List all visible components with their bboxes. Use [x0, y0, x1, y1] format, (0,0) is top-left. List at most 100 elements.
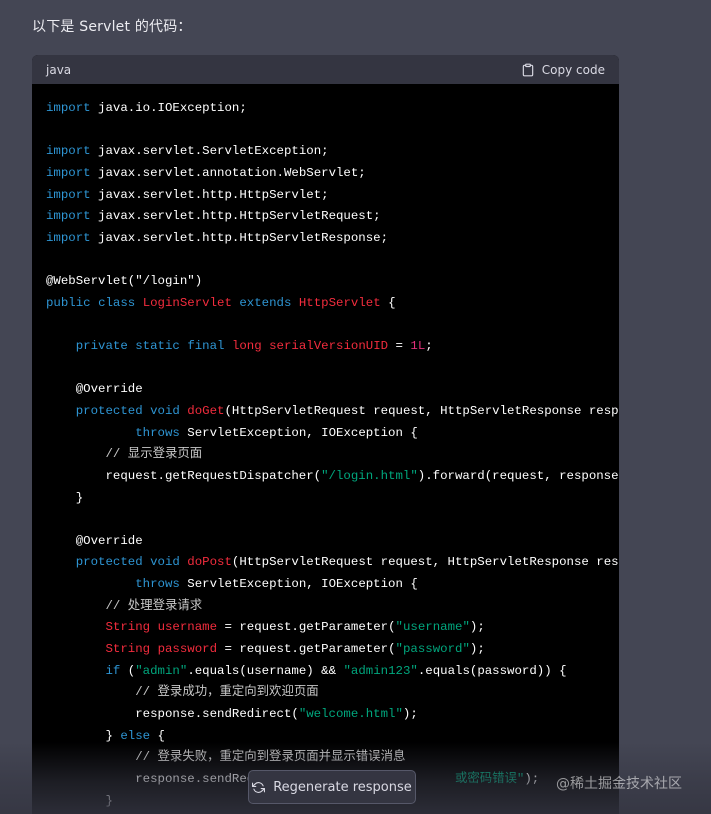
copy-code-label: Copy code — [541, 62, 605, 77]
code-token: else — [120, 728, 151, 743]
code-token: protected — [75, 403, 143, 418]
assistant-message-intro: 以下是 Servlet 的代码： — [32, 19, 192, 35]
code-token: void — [150, 555, 180, 570]
code-token: ); — [469, 620, 485, 635]
code-token: @Override — [46, 382, 143, 397]
code-token: 1L — [410, 339, 426, 354]
code-token: ; — [425, 339, 433, 354]
clipboard-icon — [522, 63, 534, 76]
code-line: import javax.servlet.http.HttpServletReq… — [32, 206, 619, 228]
code-line: protected void doPost(HttpServletRequest… — [32, 552, 619, 574]
code-token: static — [135, 339, 180, 354]
code-token: throws — [135, 425, 180, 440]
code-token: { — [150, 728, 165, 743]
code-token: request.getRequestDispatcher( — [46, 468, 322, 483]
code-token: doGet — [187, 403, 225, 418]
code-token: "admin123" — [343, 663, 418, 678]
code-token: import — [46, 209, 91, 224]
watermark: @稀土掘金技术社区 — [556, 776, 682, 792]
code-token: String — [105, 642, 151, 657]
code-line: @Override — [32, 531, 619, 553]
code-line: import javax.servlet.http.HttpServletRes… — [32, 228, 619, 250]
code-token: } — [46, 490, 84, 505]
code-token: throws — [135, 577, 180, 592]
code-token: (HttpServletRequest request, HttpServlet… — [231, 555, 619, 570]
code-token: ); — [524, 771, 540, 786]
code-token: (HttpServletRequest request, HttpServlet… — [224, 403, 619, 418]
code-token: response.sendRedi — [46, 771, 262, 786]
code-token: void — [150, 403, 180, 418]
code-token: String — [105, 620, 151, 635]
code-line: // 处理登录请求 — [32, 596, 619, 618]
code-line: String password = request.getParameter("… — [32, 639, 619, 661]
code-line: @Override — [32, 379, 619, 401]
code-token: "/login.html" — [321, 468, 418, 483]
code-block: java Copy code import java.io.IOExceptio… — [32, 55, 619, 814]
code-token: "welcome.html" — [298, 706, 403, 721]
code-token: protected — [75, 555, 143, 570]
code-block-header: java Copy code — [32, 55, 619, 84]
chat-page: 以下是 Servlet 的代码： java Copy code import j… — [0, 0, 711, 814]
code-token: serialVersionUID — [269, 339, 389, 354]
code-line: private static final long serialVersionU… — [32, 336, 619, 358]
code-line: // 登录成功，重定向到欢迎页面 — [32, 682, 619, 704]
code-line: // 登录失败，重定向到登录页面并显示错误消息 — [32, 747, 619, 769]
code-token: final — [187, 339, 225, 354]
code-token: ServletException, IOException { — [179, 425, 418, 440]
code-language-label: java — [46, 62, 72, 77]
code-token: import — [46, 230, 91, 245]
code-token: private — [75, 339, 128, 354]
code-token: if — [105, 663, 121, 678]
code-token: "username" — [395, 620, 470, 635]
code-line: String username = request.getParameter("… — [32, 617, 619, 639]
regenerate-response-button[interactable]: Regenerate response — [248, 770, 416, 804]
code-token: import — [46, 101, 91, 115]
code-token: username — [157, 620, 218, 635]
refresh-icon — [252, 781, 266, 793]
code-token: } — [46, 728, 121, 743]
code-content: import java.io.IOException; import javax… — [32, 84, 619, 812]
code-line: import java.io.IOException; — [32, 98, 619, 120]
code-line: import javax.servlet.ServletException; — [32, 141, 619, 163]
code-line: throws ServletException, IOException { — [32, 423, 619, 445]
code-token: ServletException, IOException { — [179, 577, 418, 592]
code-token: javax.servlet.annotation.WebServlet; — [90, 165, 366, 180]
code-token: import — [46, 165, 91, 180]
copy-code-button[interactable]: Copy code — [521, 63, 605, 77]
code-token: long — [231, 339, 262, 354]
code-token: javax.servlet.ServletException; — [90, 144, 329, 159]
code-token: .equals(username) && — [187, 663, 344, 678]
code-token: password — [157, 642, 218, 657]
code-token: @WebServlet("/login") — [46, 274, 203, 289]
code-token: javax.servlet.http.HttpServletRequest; — [90, 209, 381, 224]
code-token: = — [388, 339, 411, 354]
code-line: import javax.servlet.http.HttpServlet; — [32, 185, 619, 207]
code-token: 或密码错误" — [454, 771, 525, 786]
code-token: ); — [469, 642, 485, 657]
code-token: doPost — [187, 555, 232, 570]
code-token: import — [46, 187, 91, 202]
code-line: @WebServlet("/login") — [32, 271, 619, 293]
code-token: "admin" — [135, 663, 188, 678]
code-token: = request.getParameter( — [217, 620, 396, 635]
code-token: } — [46, 793, 113, 808]
code-line: // 显示登录页面 — [32, 444, 619, 466]
code-token: @Override — [46, 533, 143, 548]
